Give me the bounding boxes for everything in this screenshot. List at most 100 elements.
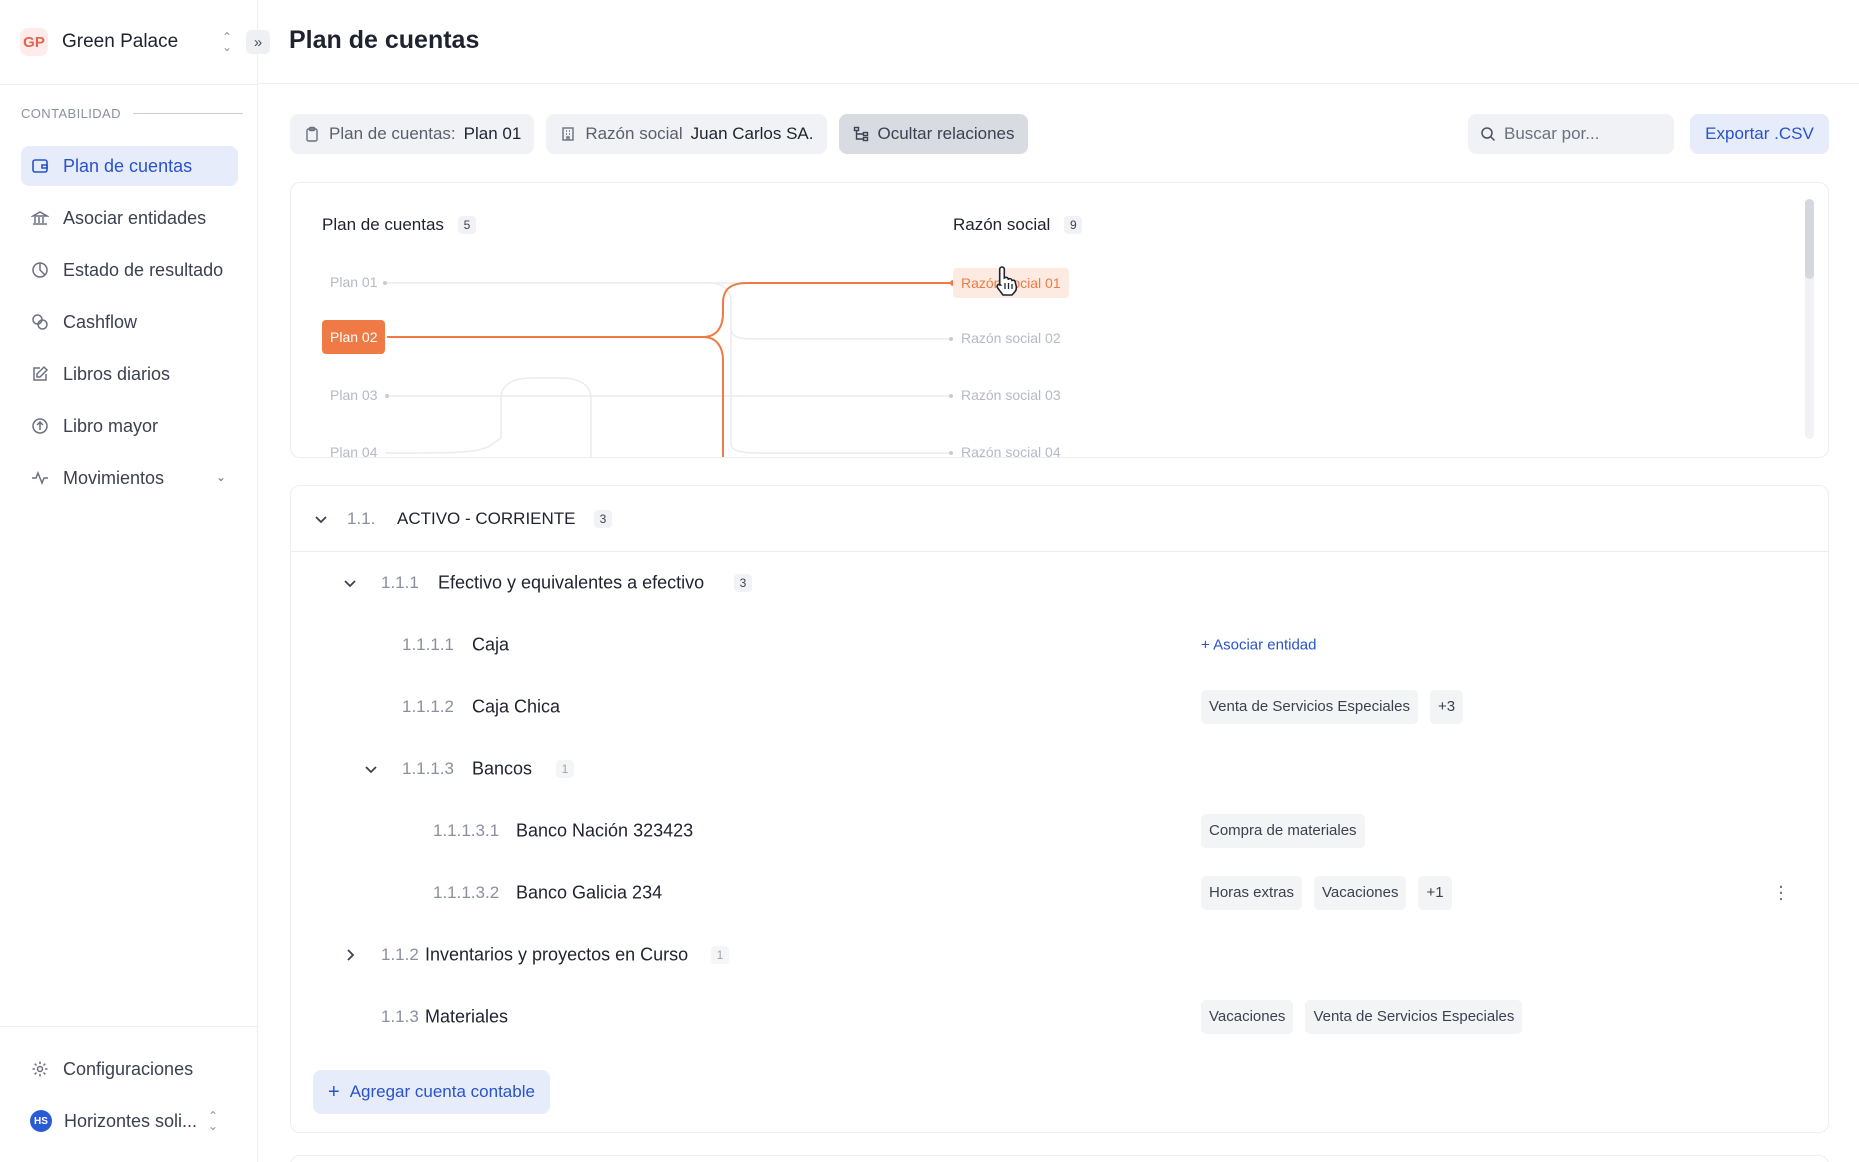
razon-social-filter-value: Juan Carlos SA.: [690, 124, 814, 143]
settings-label: Configuraciones: [63, 1058, 194, 1079]
account-count-badge: 1: [556, 760, 574, 778]
table-row[interactable]: 1.1.1.2 Caja Chica Venta de Servicios Es…: [291, 681, 1828, 733]
link-dot: [949, 337, 953, 341]
link-rs02: [708, 282, 951, 340]
plan-node[interactable]: Plan 01: [330, 274, 377, 290]
entity-tag[interactable]: Vacaciones: [1201, 1000, 1294, 1034]
more-tags-badge[interactable]: +3: [1429, 690, 1464, 724]
org-switcher[interactable]: GP Green Palace ⌃ ⌄: [20, 24, 250, 60]
settings-link[interactable]: Configuraciones: [21, 1049, 238, 1089]
entity-tag[interactable]: Compra de materiales: [1201, 814, 1365, 848]
table-row[interactable]: 1.1.1.3 Bancos 1: [291, 743, 1828, 795]
tree-group-header[interactable]: 1.1. ACTIVO - CORRIENTE 3: [291, 486, 1828, 552]
plus-icon: +: [328, 1080, 340, 1103]
link-plan04: [384, 377, 592, 457]
chevron-down-icon[interactable]: [311, 509, 331, 529]
account-name: Banco Nación 323423: [516, 820, 694, 841]
account-name: Bancos: [472, 758, 533, 779]
activity-icon: [30, 468, 50, 488]
pie-chart-icon: [30, 260, 50, 280]
plan-filter[interactable]: Plan de cuentas: Plan 01: [290, 114, 535, 154]
account-name: Materiales: [425, 1006, 509, 1027]
table-row[interactable]: 1.1.1.1 Caja + Asociar entidad: [291, 619, 1828, 671]
sidebar-section-label: CONTABILIDAD: [21, 106, 243, 121]
razon-social-filter-label: Razón social: [585, 124, 683, 143]
rs-node[interactable]: Razón social 04: [961, 444, 1061, 457]
entity-tag[interactable]: Vacaciones: [1314, 876, 1407, 910]
account-code: 1.1.1: [381, 573, 419, 592]
plan-node[interactable]: Plan 04: [330, 444, 377, 457]
entity-tags: Horas extras Vacaciones +1: [1201, 876, 1452, 910]
entity-tag[interactable]: Horas extras: [1201, 876, 1303, 910]
account-count-badge: 1: [711, 946, 729, 964]
entity-tags: Venta de Servicios Especiales +3: [1201, 690, 1464, 724]
hierarchy-icon: [852, 125, 870, 143]
search-input[interactable]: Buscar por...: [1468, 114, 1674, 154]
chevron-down-icon[interactable]: [340, 573, 360, 593]
plan-node-active[interactable]: Plan 02: [322, 320, 386, 354]
chevron-down-icon: ⌄: [215, 470, 226, 484]
chevron-down-icon[interactable]: [361, 759, 381, 779]
rs-count-badge: 9: [1064, 216, 1083, 234]
double-chevron-right-icon: »: [253, 33, 263, 51]
topbar: Plan de cuentas: [258, 0, 1859, 84]
account-name: Inventarios y proyectos en Curso: [425, 944, 689, 965]
entity-tag[interactable]: Venta de Servicios Especiales: [1201, 690, 1418, 724]
user-switcher[interactable]: HS Horizontes soli... ⌃ ⌄: [21, 1101, 238, 1141]
kebab-menu-icon[interactable]: ⋮: [1772, 883, 1790, 904]
sidebar-item-label: Cashflow: [63, 311, 138, 332]
plan-node[interactable]: Plan 03: [330, 387, 377, 403]
section-line: [132, 113, 243, 114]
hand-cursor-icon: [996, 266, 1018, 296]
razon-social-filter[interactable]: Razón social Juan Carlos SA.: [546, 114, 827, 154]
link-dot: [949, 451, 953, 455]
user-name: Horizontes soli...: [64, 1110, 198, 1131]
sidebar-item-libro-mayor[interactable]: Libro mayor: [21, 406, 238, 446]
table-row[interactable]: 1.1.1.3.1 Banco Nación 323423 Compra de …: [291, 805, 1828, 857]
plan-column-title-text: Plan de cuentas: [322, 215, 444, 234]
entity-tag[interactable]: Venta de Servicios Especiales: [1305, 1000, 1523, 1034]
account-code: 1.1.2: [381, 945, 419, 964]
table-row[interactable]: 1.1.1 Efectivo y equivalentes a efectivo…: [291, 557, 1828, 609]
org-name: Green Palace: [62, 31, 179, 52]
sidebar-item-asociar-entidades[interactable]: Asociar entidades: [21, 198, 238, 238]
rs-node[interactable]: Razón social 02: [961, 330, 1061, 346]
scrollbar-thumb[interactable]: [1805, 199, 1814, 279]
sidebar-item-plan-de-cuentas[interactable]: Plan de cuentas: [21, 146, 238, 186]
group-name: ACTIVO - CORRIENTE: [397, 508, 576, 528]
gear-icon: [30, 1059, 50, 1079]
account-code: 1.1.1.3.2: [433, 883, 500, 902]
chevron-right-icon[interactable]: [340, 945, 360, 965]
wallet-icon: [30, 156, 50, 176]
chevron-up-down-icon: ⌃ ⌄: [207, 1109, 218, 1133]
entity-tags: Compra de materiales: [1201, 814, 1365, 848]
table-row[interactable]: 1.1.2 Inventarios y proyectos en Curso 1: [291, 929, 1828, 981]
rs-node[interactable]: Razón social 03: [961, 387, 1061, 403]
accounts-tree: 1.1. ACTIVO - CORRIENTE 3 1.1.1 Efectivo…: [290, 485, 1829, 1133]
sidebar-item-movimientos[interactable]: Movimientos ⌄: [21, 458, 238, 498]
sidebar-item-label: Asociar entidades: [63, 207, 207, 228]
entity-tags: Vacaciones Venta de Servicios Especiales: [1201, 1000, 1523, 1034]
more-tags-badge[interactable]: +1: [1418, 876, 1452, 910]
hide-relations-toggle[interactable]: Ocultar relaciones: [838, 114, 1028, 154]
avatar: HS: [30, 1110, 52, 1132]
chevron-up-down-icon: ⌃ ⌄: [221, 30, 233, 54]
search-icon: [1481, 127, 1496, 142]
table-row[interactable]: 1.1.3 Materiales Vacaciones Venta de Ser…: [291, 991, 1828, 1043]
sidebar-item-estado-de-resultado[interactable]: Estado de resultado: [21, 250, 238, 290]
export-csv-button[interactable]: Exportar .CSV: [1690, 114, 1829, 154]
associate-entity-link[interactable]: + Asociar entidad: [1201, 637, 1317, 654]
link-dot: [383, 281, 387, 285]
relations-scrollbar[interactable]: [1805, 199, 1814, 439]
sidebar-item-cashflow[interactable]: Cashflow: [21, 302, 238, 342]
plan-count-badge: 5: [457, 216, 476, 234]
account-code: 1.1.1.3.1: [433, 821, 500, 840]
plan-filter-label: Plan de cuentas:: [329, 124, 456, 143]
collapse-sidebar-button[interactable]: »: [246, 30, 270, 54]
account-code: 1.1.1.2: [402, 697, 454, 716]
account-name: Banco Galicia 234: [516, 882, 663, 903]
account-name: Caja Chica: [472, 696, 561, 717]
add-account-button[interactable]: + Agregar cuenta contable: [313, 1070, 550, 1114]
sidebar-item-libros-diarios[interactable]: Libros diarios: [21, 354, 238, 394]
table-row[interactable]: 1.1.1.3.2 Banco Galicia 234 Horas extras…: [291, 867, 1828, 919]
